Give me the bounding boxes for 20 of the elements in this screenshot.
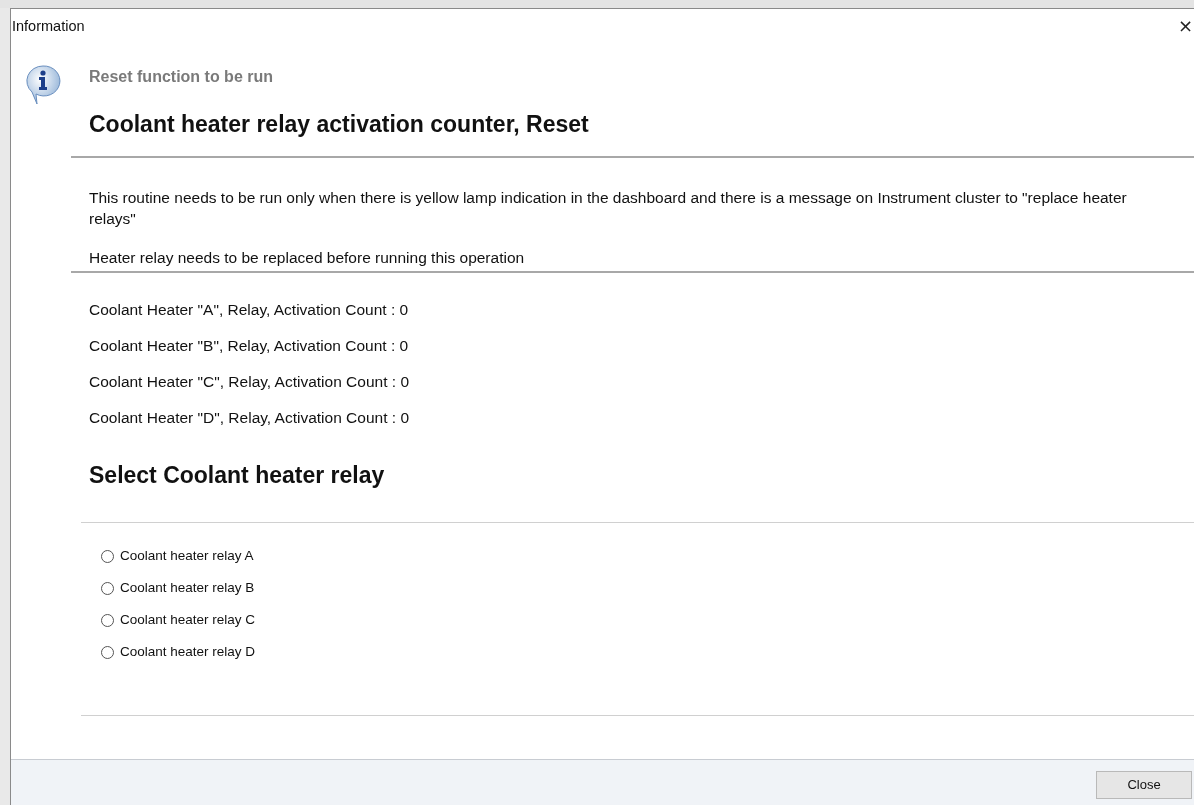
count-text: Coolant Heater "B", Relay, Activation Count : 0 xyxy=(89,337,410,355)
subtitle: Reset function to be run xyxy=(89,68,273,86)
count-text: Coolant Heater "D", Relay, Activation Count : 0 xyxy=(89,409,410,427)
radio-button[interactable] xyxy=(101,645,114,659)
count-text: Coolant Heater "C", Relay, Activation Count : 0 xyxy=(89,373,410,391)
radio-option[interactable]: Coolant heater relay A xyxy=(101,547,254,565)
warning-text: Heater relay needs to be replaced before running this operation xyxy=(89,248,526,268)
heading: Coolant heater relay activation counter, Reset xyxy=(89,110,590,138)
close-button[interactable]: Close xyxy=(1096,770,1192,799)
close-button[interactable]: × xyxy=(1177,16,1193,36)
radio-option[interactable]: Coolant heater relay B xyxy=(101,579,255,597)
window-title: Information xyxy=(12,18,85,34)
description-text: This routine needs to be run only when there is yellow lamp indication in the dashboard and there is a message on Instrument cluster to "replace heater relays" xyxy=(89,188,1128,229)
radio-button[interactable] xyxy=(101,613,114,627)
radio-button[interactable] xyxy=(101,549,114,563)
count-text: Coolant Heater "A", Relay, Activation Count : 0 xyxy=(89,301,410,319)
radio-button[interactable] xyxy=(101,581,114,595)
radio-option[interactable]: Coolant heater relay D xyxy=(101,643,256,661)
radio-option[interactable]: Coolant heater relay C xyxy=(101,611,256,629)
section-heading: Select Coolant heater relay xyxy=(89,461,386,489)
